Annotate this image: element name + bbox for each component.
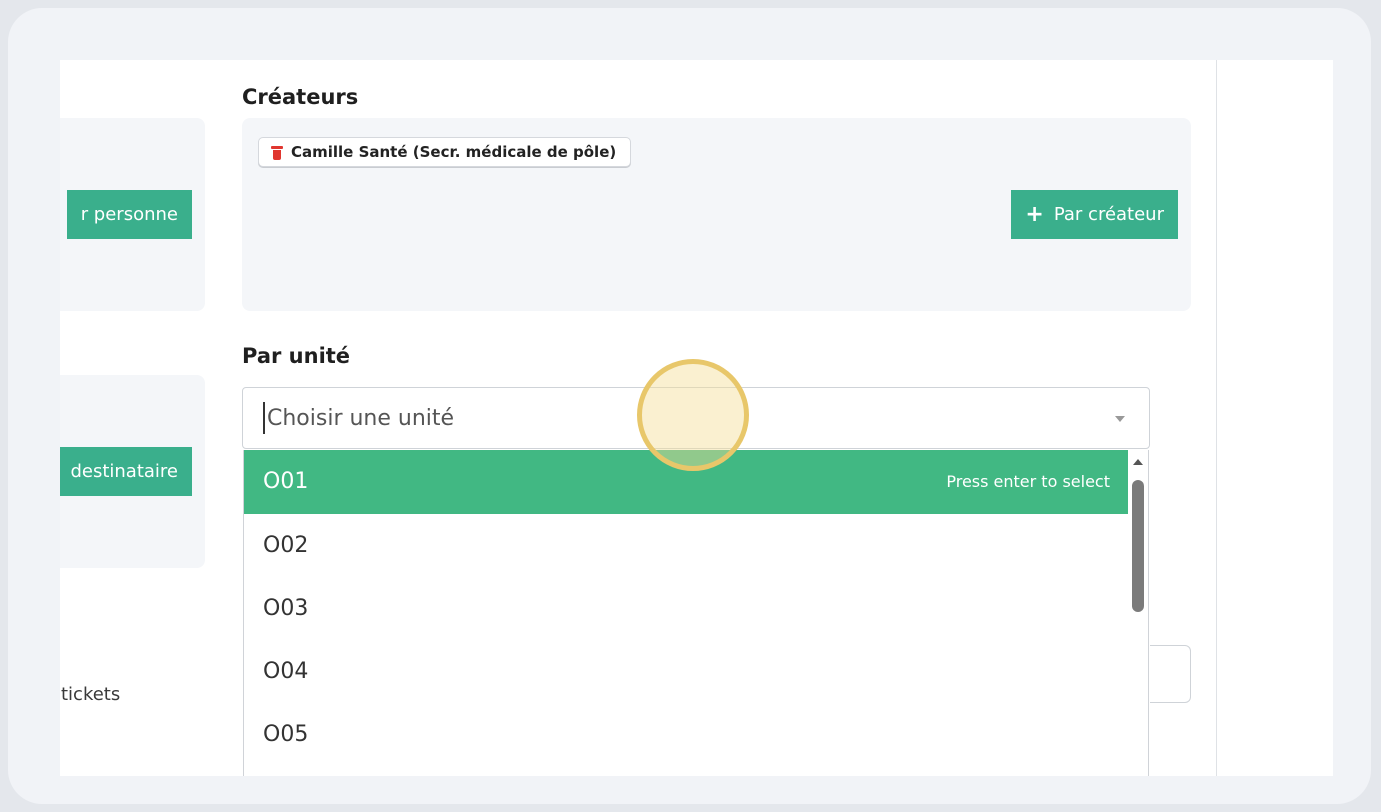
option-o03[interactable]: O03	[244, 577, 1128, 641]
createur-chip: Camille Santé (Secr. médicale de pôle)	[258, 137, 632, 167]
dropdown-scrollbar[interactable]	[1128, 450, 1148, 776]
hidden-field-edge	[1150, 645, 1191, 703]
add-destinataire-button[interactable]: destinataire	[60, 447, 192, 496]
option-o05[interactable]: O05	[244, 703, 1128, 767]
add-createur-label: Par créateur	[1053, 204, 1164, 225]
createurs-heading: Créateurs	[242, 85, 359, 109]
createur-chip-label: Camille Santé (Secr. médicale de pôle)	[291, 143, 617, 161]
column-divider	[1216, 60, 1217, 776]
destinataire-filter-panel: destinataire	[60, 375, 205, 568]
add-personne-button[interactable]: r personne	[66, 190, 192, 239]
unite-select[interactable]	[242, 387, 1150, 449]
unite-heading: Par unité	[242, 344, 351, 368]
scroll-up-icon[interactable]	[1133, 459, 1143, 465]
chevron-down-icon[interactable]	[1115, 416, 1125, 422]
screenshot-frame: r personne destinataire tickets Créateur…	[8, 8, 1371, 804]
unite-options-list: O01 Press enter to select O02 O03 O04 O0…	[243, 450, 1149, 776]
page-viewport: r personne destinataire tickets Créateur…	[60, 60, 1333, 776]
tickets-label: tickets	[61, 684, 121, 705]
trash-icon[interactable]	[271, 145, 283, 160]
scrollbar-thumb[interactable]	[1132, 480, 1144, 612]
unite-search-input[interactable]	[263, 402, 1087, 434]
option-o01[interactable]: O01 Press enter to select	[244, 450, 1128, 514]
option-o04[interactable]: O04	[244, 640, 1128, 704]
plus-icon: +	[1025, 202, 1044, 227]
createurs-panel: Camille Santé (Secr. médicale de pôle) +…	[242, 118, 1191, 311]
select-hint: Press enter to select	[946, 472, 1110, 491]
option-o02[interactable]: O02	[244, 514, 1128, 578]
personne-filter-panel: r personne	[60, 118, 205, 311]
add-createur-button[interactable]: + Par créateur	[1011, 190, 1178, 239]
